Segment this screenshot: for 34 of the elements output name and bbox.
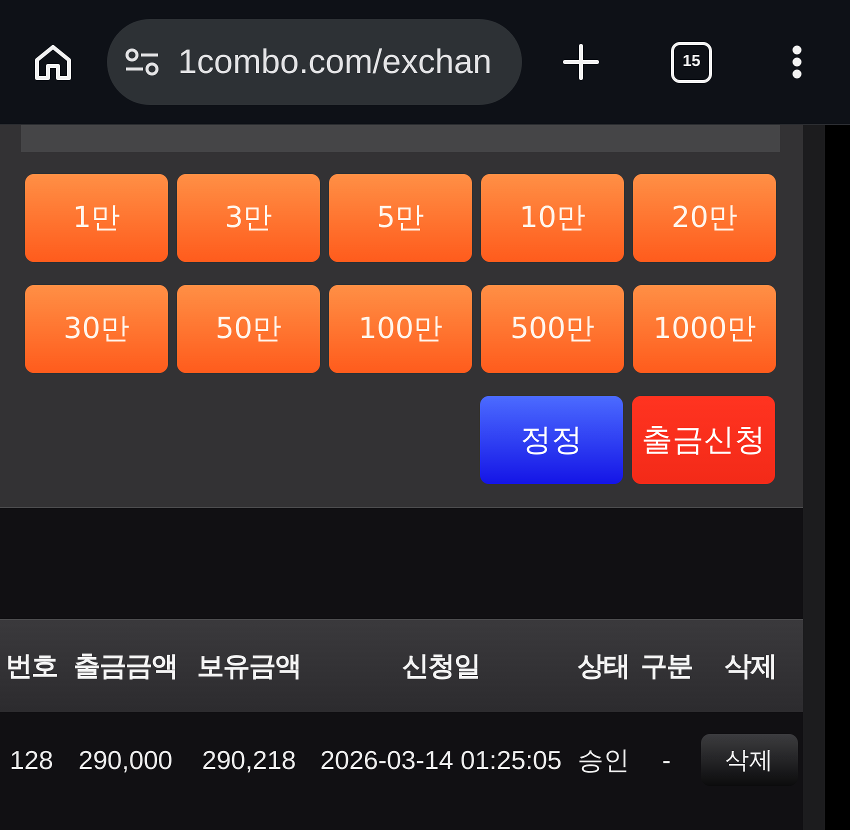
column-header: 신청일 <box>401 650 481 683</box>
table-cell-text: 128 <box>8 744 54 776</box>
amount-button[interactable]: 10만 <box>481 174 624 262</box>
amount-button[interactable]: 100만 <box>329 285 472 373</box>
column-header: 번호 <box>4 650 58 683</box>
tab-count-button[interactable]: 15 <box>671 42 712 82</box>
amount-button[interactable]: 3만 <box>177 174 320 262</box>
amount-button[interactable]: 5만 <box>329 174 472 262</box>
table-cell-text: - <box>661 744 672 776</box>
column-header: 구분 <box>640 650 694 683</box>
amount-button[interactable]: 1000만 <box>633 285 776 373</box>
table-cell-text: 2026-03-14 01:25:05 <box>319 744 563 776</box>
amount-button[interactable]: 500만 <box>481 285 624 373</box>
column-header: 보유금액 <box>196 650 302 683</box>
amount-button[interactable]: 1만 <box>25 174 168 262</box>
column-header: 삭제 <box>724 650 778 683</box>
table-cell-text: 290,000 <box>78 744 174 776</box>
table-cell-text: 승인 <box>576 744 630 776</box>
amount-button[interactable]: 50만 <box>177 285 320 373</box>
table-cell-text: 290,218 <box>201 744 297 776</box>
address-bar[interactable]: 1combo.com/exchan <box>107 19 522 105</box>
menu-icon[interactable] <box>792 45 802 79</box>
withdraw-request-button[interactable]: 출금신청 <box>632 396 775 484</box>
home-icon[interactable] <box>34 44 72 80</box>
column-header: 출금금액 <box>72 650 178 683</box>
amount-button[interactable]: 20만 <box>633 174 776 262</box>
tune-icon[interactable] <box>125 48 159 76</box>
amount-button[interactable]: 30만 <box>25 285 168 373</box>
url-text: 1combo.com/exchan <box>178 42 492 82</box>
input-field[interactable] <box>21 125 780 152</box>
column-header: 상태 <box>576 650 630 683</box>
delete-button[interactable]: 삭제 <box>700 734 798 786</box>
correct-button[interactable]: 정정 <box>480 396 623 484</box>
plus-icon[interactable] <box>563 44 599 80</box>
